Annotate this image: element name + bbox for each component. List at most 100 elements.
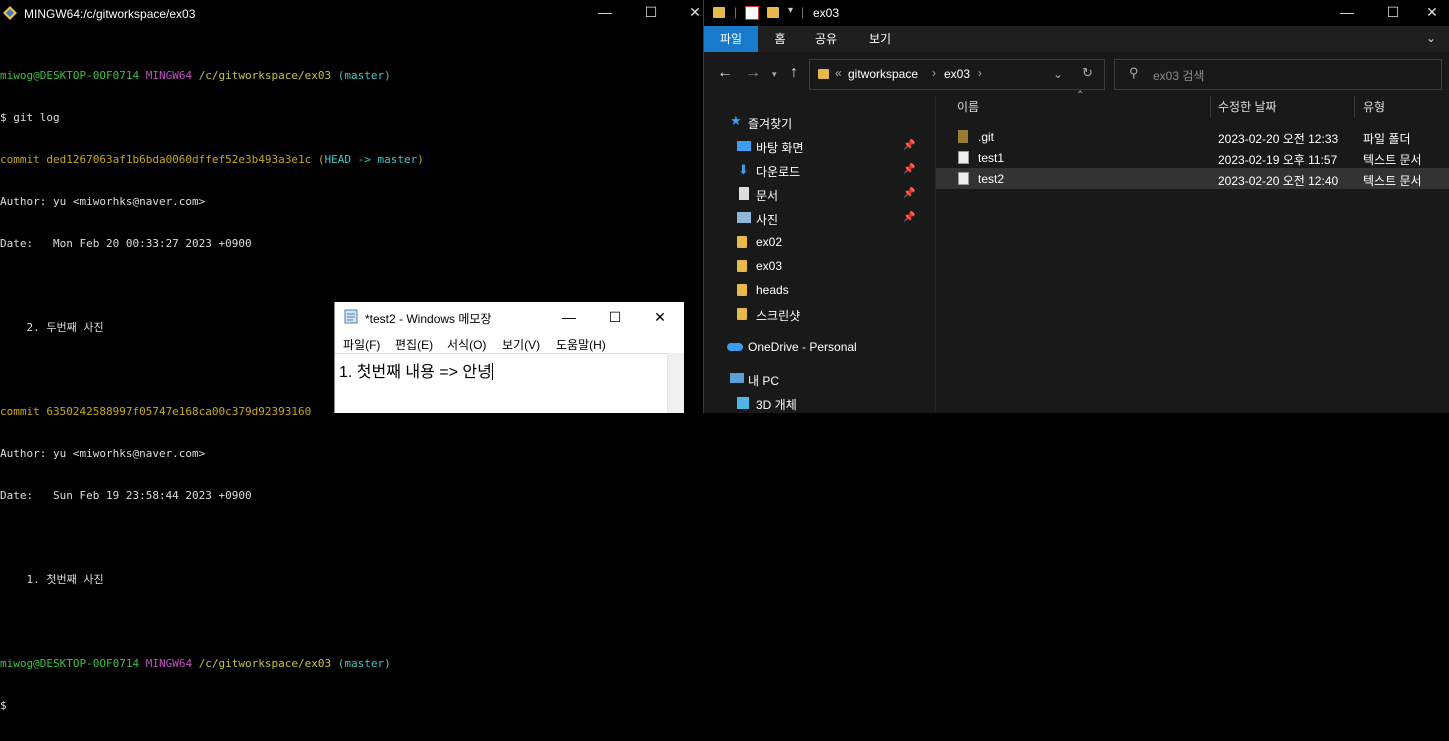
head-ref: HEAD -> master: [324, 153, 418, 166]
pin-icon: 📌: [903, 188, 916, 199]
explorer-titlebar[interactable]: | ▾ | ex03 — ☐ ✕: [704, 0, 1449, 26]
nav-item-screenshots[interactable]: 스크린샷: [704, 302, 934, 326]
minimize-button[interactable]: —: [1324, 0, 1370, 26]
search-box[interactable]: ⚲ ex03 검색: [1114, 59, 1442, 90]
commit-date: Date: Mon Feb 20 00:33:27 2023 +0900: [0, 237, 252, 250]
nav-item-documents[interactable]: 문서 📌: [704, 182, 934, 206]
separator: |: [801, 5, 805, 19]
pin-icon: 📌: [903, 164, 916, 175]
menu-view[interactable]: 보기(V): [502, 336, 540, 353]
prompt-user: miwog@DESKTOP-0OF0714: [0, 69, 140, 82]
folder-icon: [737, 284, 747, 296]
menu-file[interactable]: 파일(F): [343, 336, 380, 353]
menu-format[interactable]: 서식(O): [447, 336, 486, 353]
file-row-git[interactable]: .git 2023-02-20 오전 12:33 파일 폴더: [936, 126, 1449, 147]
notepad-window[interactable]: *test2 - Windows 메모장 — ☐ ✕ 파일(F) 편집(E) 서…: [334, 302, 684, 413]
nav-label: 3D 개체: [756, 398, 797, 412]
forward-button[interactable]: →: [745, 64, 761, 82]
close-button[interactable]: ✕: [637, 302, 683, 332]
nav-item-heads[interactable]: heads: [704, 278, 934, 302]
recent-locations-icon[interactable]: ▾: [772, 69, 777, 80]
nav-item-ex03[interactable]: ex03: [704, 254, 934, 278]
folder-icon: [737, 236, 747, 248]
minimize-button[interactable]: —: [546, 302, 592, 332]
explorer-window[interactable]: | ▾ | ex03 — ☐ ✕ 파일 홈 공유 보기 ⌄ ← → ▾ ↑ « …: [703, 0, 1449, 413]
up-button[interactable]: ↑: [790, 64, 798, 82]
terminal-titlebar[interactable]: MINGW64:/c/gitworkspace/ex03 — ☐ ✕: [0, 0, 703, 27]
navigation-pane[interactable]: ★ 즐겨찾기 바탕 화면 📌 ⬇ 다운로드 📌 문서 📌 사진 📌 ex02 e…: [704, 96, 934, 413]
minimize-button[interactable]: —: [582, 0, 628, 27]
properties-icon[interactable]: [745, 6, 759, 20]
pin-icon: 📌: [903, 140, 916, 151]
vertical-scrollbar[interactable]: [667, 353, 684, 413]
prompt-branch: (master): [337, 657, 391, 670]
quick-access-dropdown-icon[interactable]: ▾: [788, 5, 793, 21]
address-bar[interactable]: « gitworkspace › ex03 › ⌄ ↻: [809, 59, 1105, 90]
close-button[interactable]: ✕: [1409, 0, 1449, 26]
nav-label: 바탕 화면: [756, 141, 804, 155]
nav-label: OneDrive - Personal: [748, 340, 857, 354]
nav-item-pictures[interactable]: 사진 📌: [704, 206, 934, 230]
file-name: test1: [978, 151, 1005, 165]
notepad-menubar: 파일(F) 편집(E) 서식(O) 보기(V) 도움말(H): [335, 333, 684, 353]
folder-icon: [713, 7, 725, 18]
nav-label: 문서: [756, 189, 779, 203]
download-icon: ⬇: [738, 162, 749, 177]
column-divider[interactable]: [1210, 96, 1211, 118]
ref-open: (: [317, 153, 325, 166]
nav-item-ex02[interactable]: ex02: [704, 230, 934, 254]
menu-edit[interactable]: 편집(E): [395, 336, 433, 353]
breadcrumb-separator: ›: [978, 66, 982, 80]
tab-file[interactable]: 파일: [704, 26, 758, 52]
commit-hash: commit ded1267063af1b6bda0060dffef52e3b4…: [0, 153, 312, 166]
file-name: test2: [978, 172, 1005, 186]
breadcrumb-separator: ›: [932, 66, 936, 80]
prompt-shell: MINGW64: [145, 657, 193, 670]
file-row-test1[interactable]: test1 2023-02-19 오후 11:57 텍스트 문서: [936, 147, 1449, 168]
refresh-icon[interactable]: ↻: [1082, 65, 1093, 81]
commit-date: Date: Sun Feb 19 23:58:44 2023 +0900: [0, 489, 252, 502]
column-modified[interactable]: 수정한 날짜: [1218, 96, 1277, 118]
nav-label: heads: [756, 283, 789, 297]
ribbon-expand-icon[interactable]: ⌄: [1426, 31, 1436, 45]
tab-home[interactable]: 홈: [764, 26, 796, 52]
notepad-title: *test2 - Windows 메모장: [365, 312, 492, 326]
column-type[interactable]: 유형: [1363, 96, 1385, 118]
nav-item-desktop[interactable]: 바탕 화면 📌: [704, 134, 934, 158]
file-type: 텍스트 문서: [1363, 153, 1422, 167]
pin-icon: 📌: [903, 212, 916, 223]
nav-this-pc[interactable]: 내 PC: [704, 367, 934, 391]
file-list-pane[interactable]: ⌃ 이름 수정한 날짜 유형 .git 2023-02-20 오전 12:33 …: [935, 90, 1449, 413]
nav-onedrive[interactable]: OneDrive - Personal: [704, 335, 934, 359]
breadcrumb-separator: «: [835, 66, 842, 80]
menu-help[interactable]: 도움말(H): [556, 336, 606, 353]
folder-icon: [737, 260, 747, 272]
breadcrumb-gitworkspace[interactable]: gitworkspace: [848, 67, 918, 81]
tab-share[interactable]: 공유: [810, 26, 842, 52]
computer-icon: [730, 373, 744, 383]
back-button[interactable]: ←: [717, 64, 733, 82]
chevron-down-icon[interactable]: ⌄: [1053, 67, 1063, 81]
prompt-cursor-line: $: [0, 699, 7, 712]
nav-label: ex02: [756, 235, 783, 249]
maximize-button[interactable]: ☐: [628, 0, 674, 27]
nav-3d-objects[interactable]: 3D 개체: [704, 391, 934, 415]
new-folder-icon[interactable]: [767, 7, 779, 18]
column-name[interactable]: 이름: [957, 96, 979, 118]
file-row-test2[interactable]: test2 2023-02-20 오전 12:40 텍스트 문서: [936, 168, 1449, 189]
nav-label: 사진: [756, 213, 779, 227]
commit-author: Author: yu <miworhks@naver.com>: [0, 447, 206, 460]
ref-close: ): [417, 153, 424, 166]
nav-quick-access[interactable]: ★ 즐겨찾기: [704, 110, 934, 134]
breadcrumb-ex03[interactable]: ex03: [944, 67, 970, 81]
editor-text: 1. 첫번째 내용 => 안녕: [339, 364, 492, 381]
nav-label: 내 PC: [748, 374, 780, 388]
maximize-button[interactable]: ☐: [592, 302, 638, 332]
desktop-icon: [737, 141, 751, 151]
command-line: $ git log: [0, 111, 60, 124]
tab-view[interactable]: 보기: [864, 26, 896, 52]
notepad-editor[interactable]: 1. 첫번째 내용 => 안녕: [335, 353, 667, 414]
notepad-titlebar[interactable]: *test2 - Windows 메모장 — ☐ ✕: [335, 302, 684, 332]
column-divider[interactable]: [1354, 96, 1355, 118]
nav-item-downloads[interactable]: ⬇ 다운로드 📌: [704, 158, 934, 182]
